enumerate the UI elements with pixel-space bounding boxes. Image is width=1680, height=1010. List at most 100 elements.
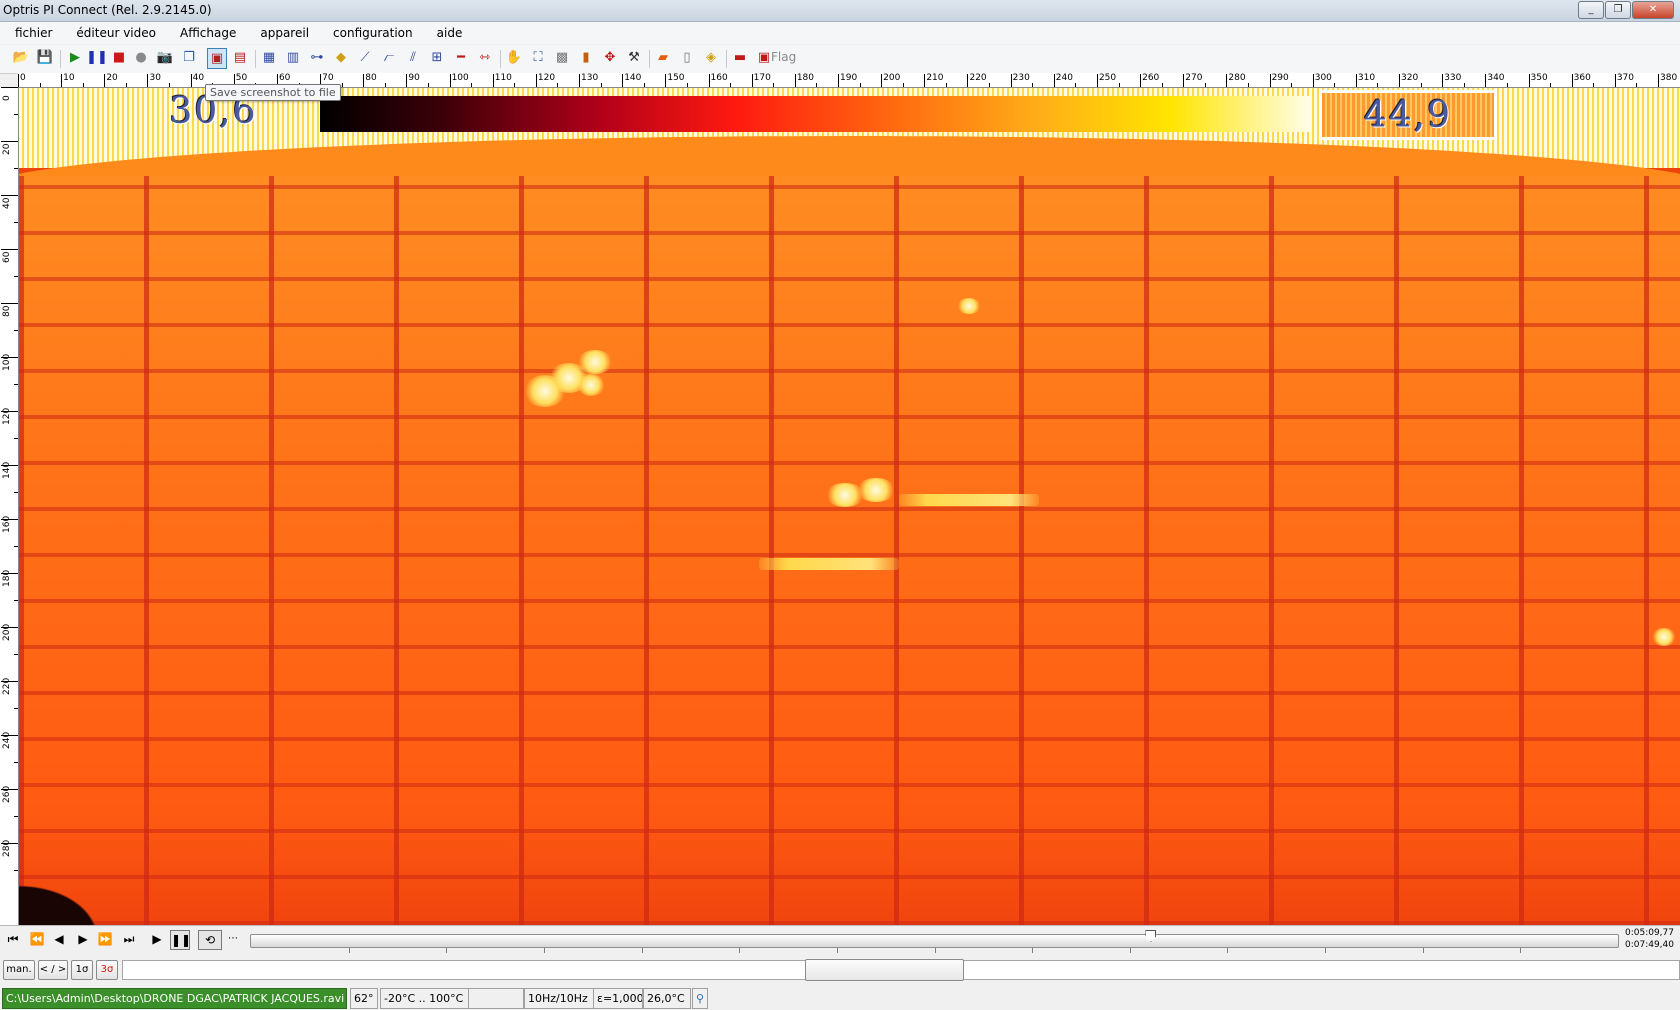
ruler-top-tick: [1528, 74, 1530, 87]
ruler-top-label: 30: [149, 73, 161, 83]
step-back-icon[interactable]: ◀: [50, 930, 68, 948]
flag-button[interactable]: Flag: [771, 50, 796, 64]
one-sigma-button[interactable]: 1σ: [71, 960, 93, 980]
skip-to-start-icon[interactable]: ⏮: [4, 930, 22, 948]
ruler-top-label: 180: [796, 73, 815, 83]
ruler-left-tick: [1, 87, 18, 88]
screenshot-layout-icon[interactable]: ▤: [231, 49, 249, 67]
ruler-top-tick: [1442, 74, 1444, 87]
ruler-top-label: 310: [1357, 73, 1376, 83]
pause-icon[interactable]: ❚❚: [170, 930, 191, 950]
ruler-top-label: 360: [1573, 73, 1591, 83]
minimize-button[interactable]: _: [1578, 1, 1604, 19]
ruler-left-tick: [1, 789, 18, 790]
menu-aide[interactable]: aide: [428, 26, 472, 40]
ruler-top-minor-tick: [643, 83, 645, 87]
color-bar-icon[interactable]: ▮: [577, 49, 595, 67]
step-forward-icon[interactable]: ▶: [74, 930, 92, 948]
rewind-icon[interactable]: ⏪: [28, 930, 46, 948]
menu-appareil[interactable]: appareil: [251, 26, 318, 40]
ruler-top-label: 380: [1660, 73, 1678, 83]
temp-scale-max-box: 44,9: [1319, 90, 1497, 140]
palette-grey-icon[interactable]: ▯: [678, 49, 696, 67]
ruler-top-tick: [794, 74, 796, 87]
grid-icon[interactable]: ⊞: [428, 49, 446, 67]
histogram-icon[interactable]: ▥: [284, 49, 302, 67]
timeline-tick: [739, 948, 741, 953]
timeline-tick: [348, 948, 350, 953]
three-sigma-button[interactable]: 3σ: [96, 960, 118, 980]
play-icon[interactable]: ▶: [148, 930, 166, 948]
measure-area-icon[interactable]: ▦: [260, 49, 278, 67]
menu-configuration[interactable]: configuration: [324, 26, 422, 40]
zoom-fit-icon[interactable]: ⛶: [529, 49, 547, 67]
ruler-left-tick: [1, 141, 18, 142]
ruler-left-minor-tick: [14, 222, 18, 223]
hand-icon[interactable]: ✋: [505, 49, 523, 67]
camera-icon[interactable]: 📷: [156, 49, 174, 67]
toolbar-separator: [726, 50, 727, 68]
scale-nav-button[interactable]: < / >: [38, 960, 68, 980]
pin-icon[interactable]: ⚲: [692, 988, 708, 1009]
scale-range-slider[interactable]: [805, 959, 964, 981]
ruler-top-tick: [1614, 74, 1616, 87]
frame-step-icon[interactable]: ⋯: [224, 930, 242, 948]
ruler-top-minor-tick: [816, 83, 818, 87]
open-folder-icon[interactable]: 📂: [12, 49, 30, 67]
isotherm-icon[interactable]: ◈: [702, 49, 720, 67]
timeline-slider[interactable]: [250, 930, 1619, 953]
ruler-top-tick: [1053, 74, 1055, 87]
manual-scale-button[interactable]: man.: [3, 960, 35, 980]
scale-controls: man. < / > 1σ 3σ: [0, 957, 1680, 981]
ruler-top-tick: [1183, 74, 1185, 87]
line-profile-icon[interactable]: ━: [452, 49, 470, 67]
screen-icon[interactable]: ▩: [553, 49, 571, 67]
fast-forward-icon[interactable]: ⏩: [96, 930, 114, 948]
palette-iron-icon[interactable]: ▰: [654, 49, 672, 67]
link-icon[interactable]: ⊶: [308, 49, 326, 67]
ruler-top-label: 40: [192, 73, 205, 83]
device-icon[interactable]: ▬: [731, 49, 749, 67]
restore-button[interactable]: ❐: [1605, 1, 1631, 19]
ruler-top-tick: [18, 74, 19, 87]
save-disk-icon[interactable]: 💾: [36, 49, 54, 67]
ruler-top-tick: [1355, 74, 1357, 87]
ruler-top-label: 50: [235, 73, 248, 83]
line-chart-icon[interactable]: ⟋: [356, 49, 374, 67]
ruler-top-minor-tick: [773, 83, 775, 87]
stop-icon[interactable]: ■: [110, 49, 128, 67]
loop-icon[interactable]: ⟲: [198, 930, 222, 950]
play-icon[interactable]: ▶: [66, 49, 84, 67]
timeline-tick: [1129, 948, 1131, 953]
ruler-top-minor-tick: [1506, 83, 1508, 87]
save-screenshot-icon[interactable]: ▣: [207, 48, 227, 69]
copy-icon[interactable]: ❐: [180, 49, 198, 67]
temperature-graph-icon[interactable]: ⦧: [380, 49, 398, 67]
timeline-tick: [641, 948, 643, 953]
thermal-image[interactable]: 30,6 44,9: [19, 88, 1680, 925]
ruler-left-minor-tick: [14, 870, 18, 871]
record-icon[interactable]: ●: [132, 49, 150, 67]
ruler-top-tick: [1140, 74, 1142, 87]
timeline-thumb[interactable]: [1145, 930, 1157, 942]
ruler-top-label: 170: [753, 73, 771, 83]
ruler-top-label: 150: [667, 73, 685, 83]
horizontal-profile-icon[interactable]: ⇿: [476, 49, 494, 67]
palette-icon[interactable]: ◆: [332, 49, 350, 67]
pause-icon[interactable]: ❚❚: [86, 49, 108, 67]
hot-cold-icon[interactable]: ✥: [601, 49, 619, 67]
ruler-left-tick: [1, 519, 18, 520]
ruler-left-label: 80: [2, 305, 12, 317]
close-button[interactable]: ✕: [1632, 1, 1674, 19]
ruler-top-tick: [881, 74, 883, 87]
multi-graph-icon[interactable]: ⫽: [404, 49, 422, 67]
menu-affichage[interactable]: Affichage: [171, 26, 245, 40]
ruler-left-tick: [1, 411, 18, 412]
tools-icon[interactable]: ⚒: [625, 49, 643, 67]
menu-fichier[interactable]: fichier: [6, 26, 61, 40]
menu-editeur-video[interactable]: éditeur video: [67, 26, 165, 40]
skip-to-end-icon[interactable]: ⏭: [120, 930, 138, 948]
solar-panel-array: [19, 176, 1680, 925]
ruler-left-minor-tick: [14, 600, 18, 601]
hot-panel-strip: [899, 494, 1039, 506]
